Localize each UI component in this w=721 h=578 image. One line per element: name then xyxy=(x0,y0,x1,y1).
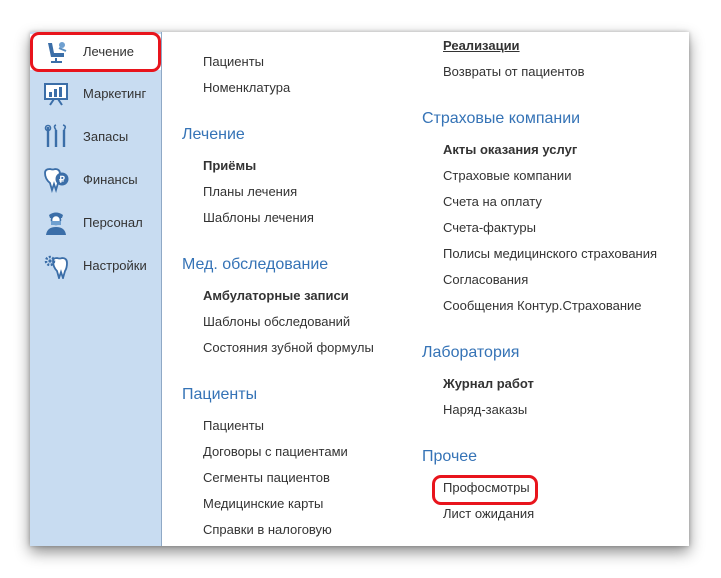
sidebar-item-settings[interactable]: Настройки xyxy=(30,248,161,284)
section-title-treatment: Лечение xyxy=(182,126,245,143)
link-insurance-companies[interactable]: Страховые компании xyxy=(443,168,571,183)
link-dental-formula-states[interactable]: Состояния зубной формулы xyxy=(203,340,374,355)
sidebar-item-stock[interactable]: Запасы xyxy=(30,119,161,155)
section-title-laboratory: Лаборатория xyxy=(422,344,520,361)
link-patients[interactable]: Пациенты xyxy=(203,418,264,433)
link-patients-top[interactable]: Пациенты xyxy=(203,54,264,69)
marketing-board-icon xyxy=(44,83,68,106)
link-outpatient-records[interactable]: Амбулаторные записи xyxy=(203,288,349,303)
link-nomenclature[interactable]: Номенклатура xyxy=(203,80,290,95)
link-examination-templates[interactable]: Шаблоны обследований xyxy=(203,314,350,329)
link-medical-cards[interactable]: Медицинские карты xyxy=(203,496,323,511)
svg-text:₽: ₽ xyxy=(59,175,65,185)
link-service-acts[interactable]: Акты оказания услуг xyxy=(443,142,577,157)
section-title-other: Прочее xyxy=(422,448,478,465)
sidebar-item-staff[interactable]: Персонал xyxy=(30,205,161,241)
section-title-insurance: Страховые компании xyxy=(422,110,581,127)
section-title-patients: Пациенты xyxy=(182,386,258,403)
link-work-log[interactable]: Журнал работ xyxy=(443,376,534,391)
sidebar-item-marketing[interactable]: Маркетинг xyxy=(30,76,161,112)
link-patient-segments[interactable]: Сегменты пациентов xyxy=(203,470,330,485)
sidebar-item-label: Настройки xyxy=(83,258,147,273)
link-sales[interactable]: Реализации xyxy=(443,38,520,53)
sidebar-item-label: Финансы xyxy=(83,172,138,187)
link-appointments[interactable]: Приёмы xyxy=(203,158,256,173)
tooth-coin-icon: ₽ xyxy=(44,168,69,193)
sidebar-item-label: Лечение xyxy=(83,44,135,59)
sidebar: Лечение Маркетинг Запасы ₽ Финансы Персо… xyxy=(30,32,162,546)
tooth-gear-icon xyxy=(44,255,68,279)
sidebar-item-treatment[interactable]: Лечение xyxy=(30,34,161,70)
app-window: Лечение Маркетинг Запасы ₽ Финансы Персо… xyxy=(30,32,689,546)
link-treatment-templates[interactable]: Шаблоны лечения xyxy=(203,210,314,225)
dental-tools-icon xyxy=(44,124,67,147)
sidebar-item-finance[interactable]: ₽ Финансы xyxy=(30,162,161,198)
link-waiting-list[interactable]: Лист ожидания xyxy=(443,506,534,521)
section-title-examination: Мед. обследование xyxy=(182,256,329,273)
link-work-orders[interactable]: Наряд-заказы xyxy=(443,402,527,417)
link-patient-returns[interactable]: Возвраты от пациентов xyxy=(443,64,585,79)
link-patient-contracts[interactable]: Договоры с пациентами xyxy=(203,444,348,459)
link-treatment-plans[interactable]: Планы лечения xyxy=(203,184,297,199)
link-insurance-policies[interactable]: Полисы медицинского страхования xyxy=(443,246,657,261)
link-kontur-messages[interactable]: Сообщения Контур.Страхование xyxy=(443,298,642,313)
sidebar-item-label: Маркетинг xyxy=(83,86,147,101)
link-tax-certificates[interactable]: Справки в налоговую xyxy=(203,522,332,537)
dental-chair-icon xyxy=(48,42,67,63)
link-approvals[interactable]: Согласования xyxy=(443,272,528,287)
sidebar-item-label: Персонал xyxy=(83,215,143,230)
link-invoices-facture[interactable]: Счета-фактуры xyxy=(443,220,536,235)
link-checkups[interactable]: Профосмотры xyxy=(443,480,530,495)
doctor-icon xyxy=(46,212,66,235)
link-invoices-payment[interactable]: Счета на оплату xyxy=(443,194,542,209)
sidebar-item-label: Запасы xyxy=(83,129,129,144)
